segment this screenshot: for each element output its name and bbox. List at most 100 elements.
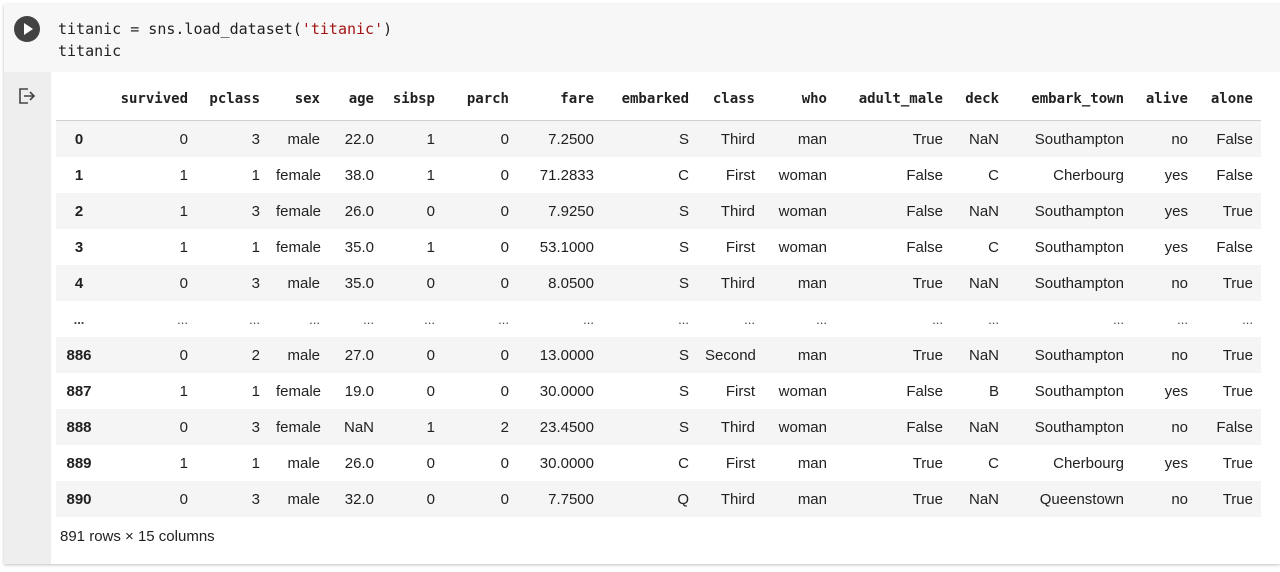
row-index: 888: [66, 418, 92, 436]
table-cell: NaN: [968, 202, 999, 220]
table-cell: male: [287, 490, 320, 508]
table-cell: 0: [179, 346, 188, 364]
table-cell: Southampton: [1034, 382, 1124, 400]
table-cell: True: [1222, 202, 1253, 220]
table-cell: 0: [426, 274, 435, 292]
table-cell: False: [1216, 238, 1253, 256]
table-cell: Cherbourg: [1053, 454, 1124, 472]
table-cell: 26.0: [344, 202, 374, 220]
table-header-row: survived pclass sex age sibsp parch fare embark…: [56, 78, 1261, 121]
cell-output: survived pclass sex age sibsp parch fare embark…: [56, 78, 1261, 517]
table-cell: ...: [1177, 311, 1188, 327]
table-cell: NaN: [968, 274, 999, 292]
table-cell: no: [1171, 346, 1188, 364]
table-cell: 1: [426, 130, 435, 148]
index-header: [56, 78, 102, 121]
table-cell: ...: [988, 311, 999, 327]
column-header: pclass: [196, 78, 268, 121]
table-cell: 0: [500, 274, 509, 292]
table-cell: C: [988, 238, 999, 256]
column-header: who: [763, 78, 835, 121]
table-cell: S: [678, 382, 689, 400]
table-cell: 3: [251, 202, 260, 220]
table-cell: 30.0000: [539, 454, 594, 472]
column-header: adult_male: [835, 78, 951, 121]
table-row: 3 1 1 female 35.0 1 0 53.1000 S First woman False C S…: [56, 229, 1261, 265]
table-cell: 0: [179, 490, 188, 508]
table-cell: 7.9250: [548, 202, 594, 220]
table-cell: female: [276, 418, 322, 436]
table-cell: man: [797, 130, 827, 148]
code-editor[interactable]: titanic = sns.load_dataset('titanic') ti…: [4, 4, 1280, 72]
table-cell: 27.0: [344, 346, 374, 364]
table-cell: 0: [500, 202, 509, 220]
table-cell: yes: [1164, 382, 1188, 400]
table-cell: 3: [251, 130, 260, 148]
table-row: 2 1 3 female 26.0 0 0 7.9250 S Third woman False NaN…: [56, 193, 1261, 229]
table-row: 886 0 2 male 27.0 0 0 13.0000 S Second man True NaN S…: [56, 337, 1261, 373]
table-cell: 0: [426, 490, 435, 508]
table-cell: Third: [720, 274, 755, 292]
run-cell-button[interactable]: [14, 16, 40, 42]
table-cell: 1: [179, 382, 188, 400]
table-cell: yes: [1164, 454, 1188, 472]
code-line-1: titanic = sns.load_dataset('titanic'): [58, 20, 392, 38]
table-cell: 0: [426, 382, 435, 400]
table-cell: Southampton: [1034, 418, 1124, 436]
table-cell: 71.2833: [539, 166, 594, 184]
table-cell: 0: [426, 346, 435, 364]
notebook-code-cell: titanic = sns.load_dataset('titanic') ti…: [4, 4, 1280, 564]
table-row: 4 0 3 male 35.0 0 0 8.0500 S Third man True NaN South…: [56, 265, 1261, 301]
table-cell: Southampton: [1034, 202, 1124, 220]
table-cell: man: [797, 490, 827, 508]
table-cell: True: [1222, 274, 1253, 292]
table-cell: female: [276, 166, 322, 184]
column-header: deck: [951, 78, 1007, 121]
table-cell: yes: [1164, 166, 1188, 184]
table-cell: True: [912, 130, 943, 148]
table-cell: False: [906, 418, 943, 436]
output-redirect-icon[interactable]: [17, 86, 37, 106]
table-cell: 0: [500, 166, 509, 184]
table-cell: ...: [309, 311, 320, 327]
table-cell: ...: [1113, 311, 1124, 327]
table-cell: 19.0: [344, 382, 374, 400]
table-cell: C: [988, 166, 999, 184]
table-cell: ...: [678, 311, 689, 327]
table-cell: Southampton: [1034, 346, 1124, 364]
table-cell: man: [797, 454, 827, 472]
table-cell: True: [912, 454, 943, 472]
code-text[interactable]: titanic = sns.load_dataset('titanic') ti…: [58, 18, 392, 62]
row-index: 3: [74, 238, 84, 256]
dataframe-table: survived pclass sex age sibsp parch fare embark…: [56, 78, 1261, 517]
table-cell: C: [988, 454, 999, 472]
table-cell: woman: [778, 382, 827, 400]
table-cell: 2: [251, 346, 260, 364]
table-cell: B: [988, 382, 999, 400]
table-cell: Southampton: [1034, 274, 1124, 292]
table-cell: 1: [179, 238, 188, 256]
row-index: 2: [74, 202, 84, 220]
table-cell: ...: [932, 311, 943, 327]
table-cell: 8.0500: [548, 274, 594, 292]
table-cell: no: [1171, 130, 1188, 148]
column-header: alive: [1132, 78, 1196, 121]
table-cell: ...: [363, 311, 374, 327]
table-cell: 0: [426, 454, 435, 472]
table-cell: 3: [251, 418, 260, 436]
table-cell: First: [725, 454, 755, 472]
table-cell: woman: [778, 238, 827, 256]
table-cell: 7.2500: [548, 130, 594, 148]
table-cell: no: [1171, 274, 1188, 292]
table-row: 1 1 1 female 38.0 1 0 71.2833 C First woman False C C…: [56, 157, 1261, 193]
column-header: class: [697, 78, 763, 121]
table-cell: S: [678, 130, 689, 148]
column-header: survived: [102, 78, 196, 121]
table-cell: 23.4500: [539, 418, 594, 436]
table-cell: 1: [251, 166, 260, 184]
table-cell: NaN: [343, 418, 374, 436]
table-cell: True: [1222, 454, 1253, 472]
table-cell: no: [1171, 490, 1188, 508]
table-cell: female: [276, 382, 322, 400]
table-cell: Third: [720, 418, 755, 436]
